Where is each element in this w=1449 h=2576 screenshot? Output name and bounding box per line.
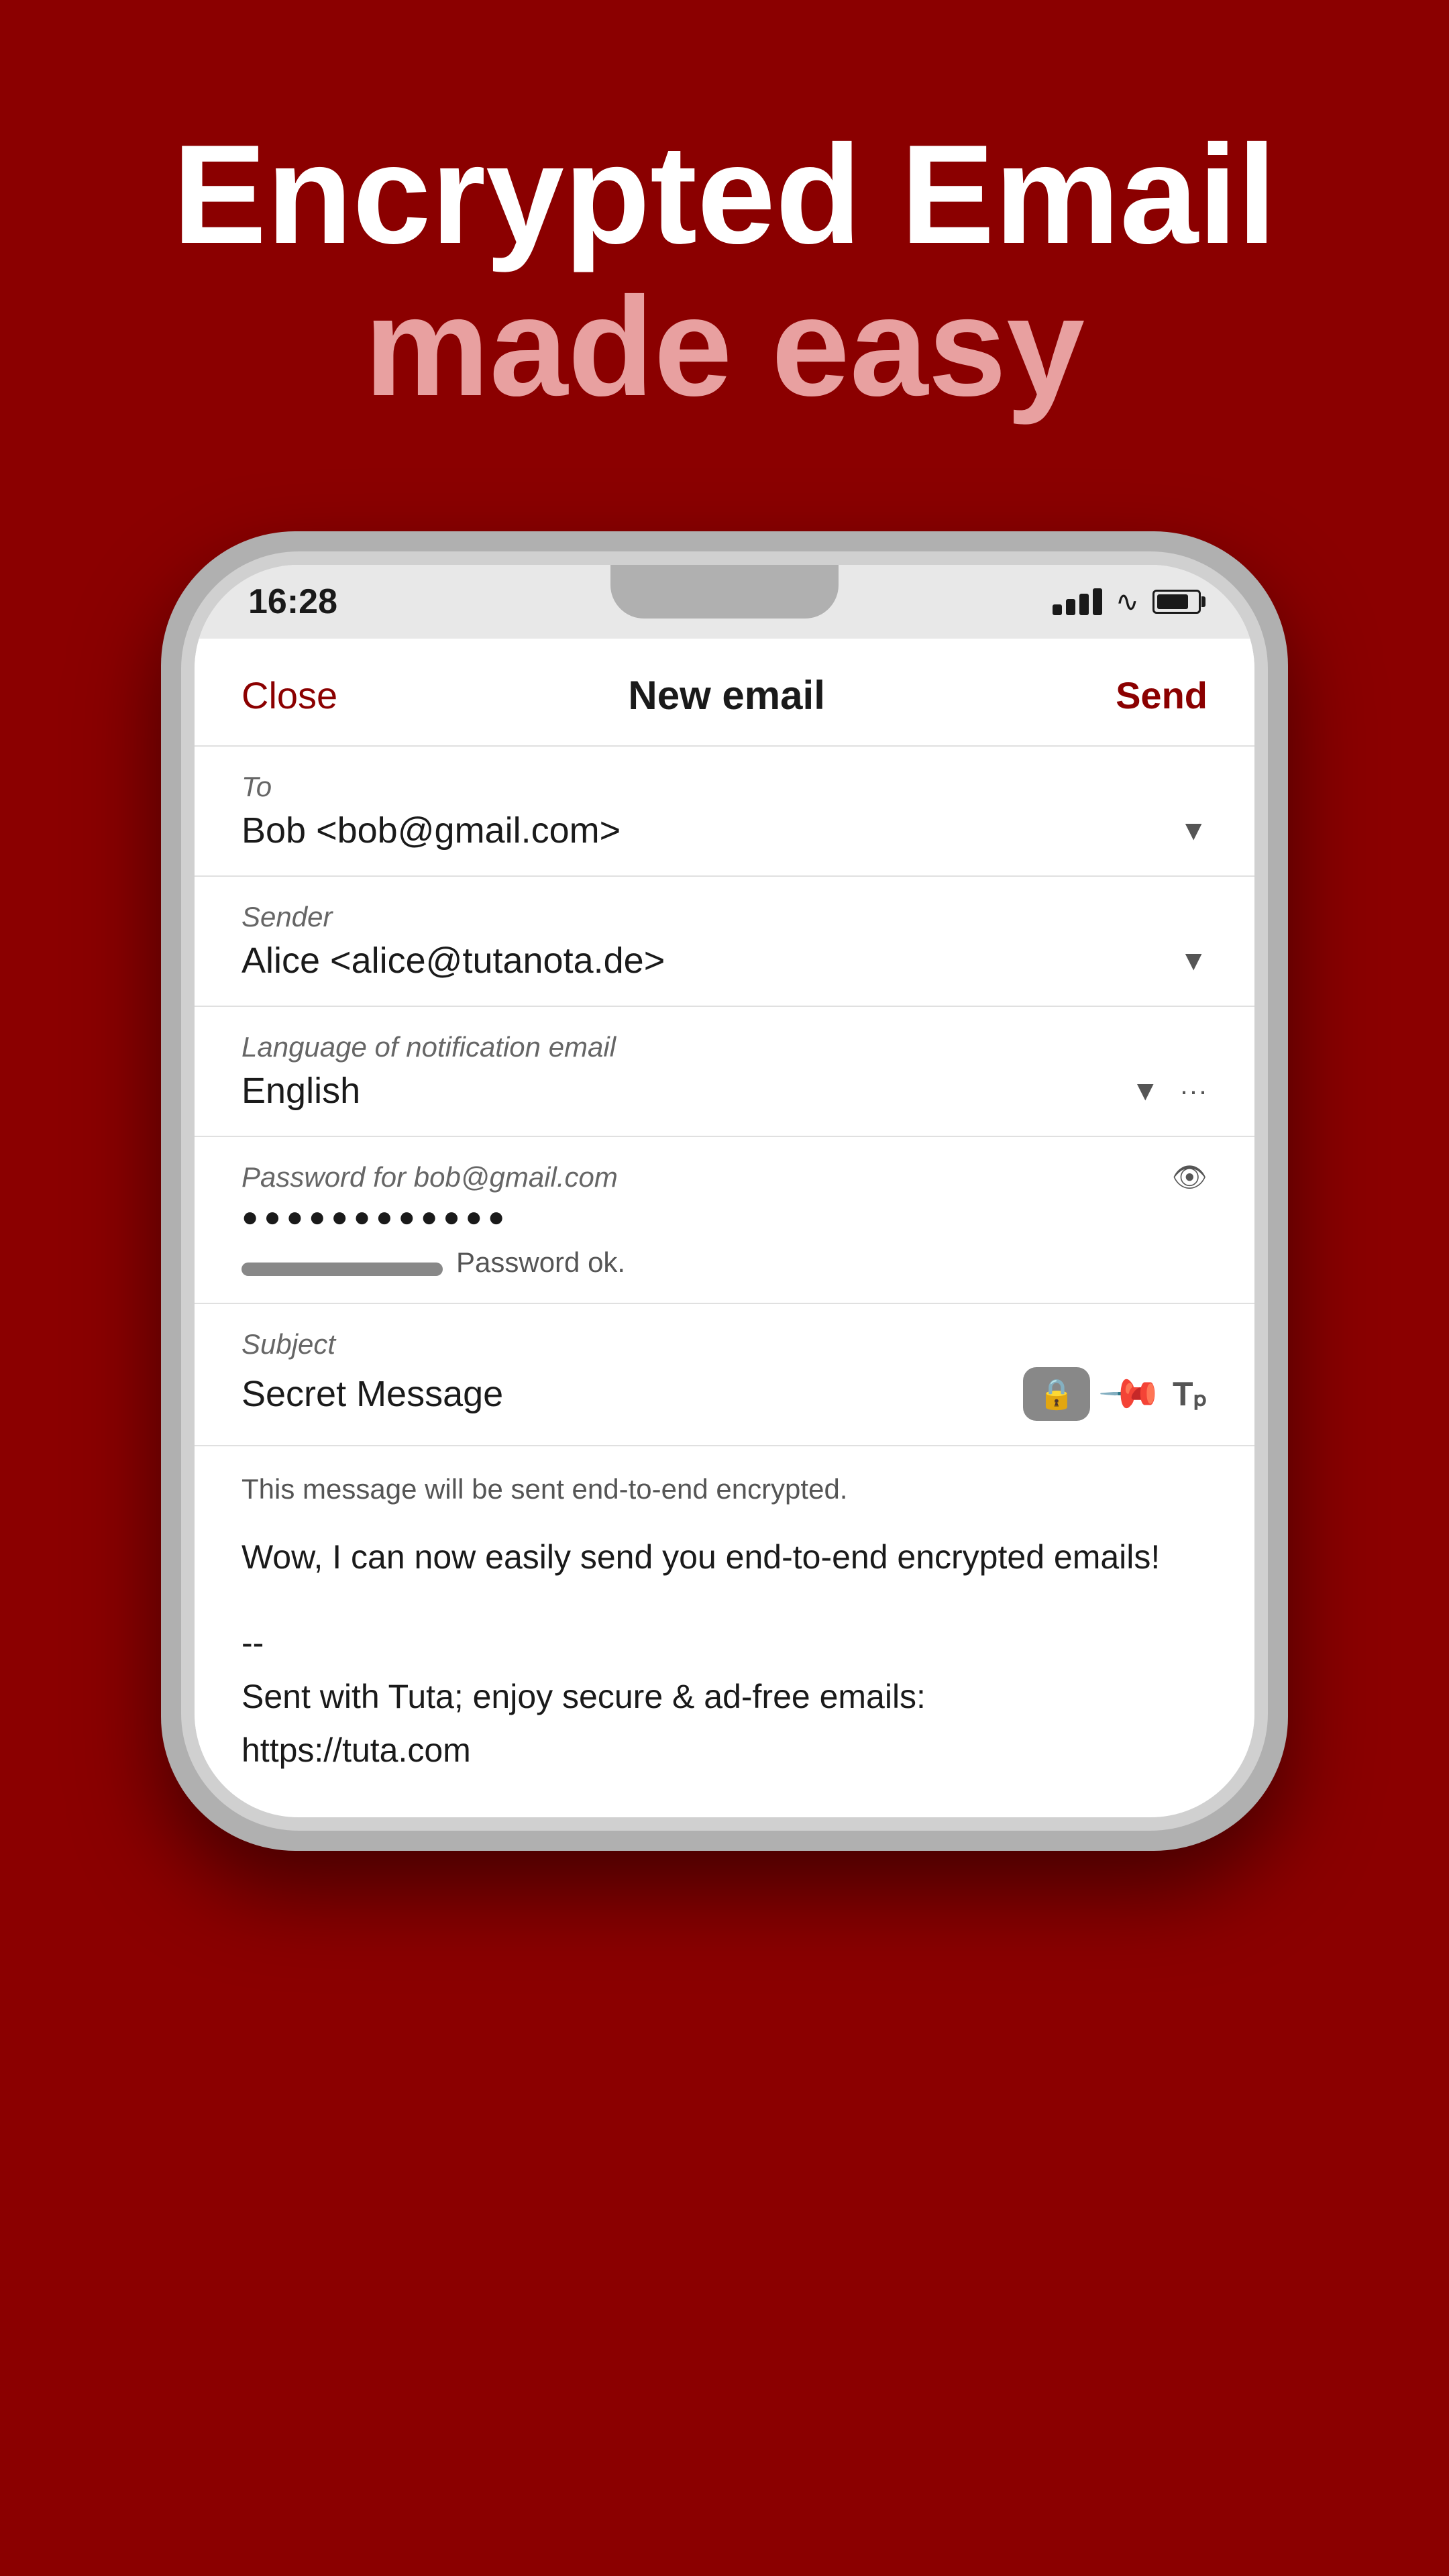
phone-screen: 16:28 ∿ bbox=[195, 565, 1254, 1817]
phone-inner: 16:28 ∿ bbox=[181, 551, 1268, 1831]
wifi-icon: ∿ bbox=[1116, 585, 1139, 618]
password-ok-text: Password ok. bbox=[456, 1246, 625, 1279]
battery-icon bbox=[1152, 590, 1201, 614]
lang-dropdown-icon[interactable]: ▼ bbox=[1131, 1075, 1159, 1107]
attachment-icon[interactable]: 📌 bbox=[1097, 1359, 1166, 1428]
message-signature: -- Sent with Tuta; enjoy secure & ad-fre… bbox=[241, 1616, 1208, 1777]
to-value[interactable]: Bob <bob@gmail.com> bbox=[241, 810, 621, 851]
compose-header: Close New email Send bbox=[195, 639, 1254, 747]
lang-label: Language of notification email bbox=[241, 1031, 1208, 1063]
subject-value[interactable]: Secret Message bbox=[241, 1373, 503, 1415]
email-compose: Close New email Send To Bob <bob@gmail.c… bbox=[195, 639, 1254, 1817]
signature-line3: https://tuta.com bbox=[241, 1723, 1208, 1777]
message-text[interactable]: Wow, I can now easily send you end-to-en… bbox=[241, 1532, 1208, 1582]
subject-field-group: Subject Secret Message 🔒 📌 Tₚ bbox=[195, 1304, 1254, 1446]
lang-icons: ▼ ··· bbox=[1131, 1075, 1208, 1107]
hero-section: Encrypted Email made easy bbox=[0, 0, 1449, 491]
text-size-icon[interactable]: Tₚ bbox=[1173, 1375, 1208, 1413]
to-field-row: Bob <bob@gmail.com> ▼ bbox=[241, 810, 1208, 851]
to-label: To bbox=[241, 771, 1208, 803]
message-body: This message will be sent end-to-end enc… bbox=[195, 1446, 1254, 1817]
password-dots[interactable]: ●●●●●●●●●●●● bbox=[241, 1201, 510, 1233]
sender-dropdown-icon[interactable]: ▼ bbox=[1179, 945, 1208, 977]
compose-title: New email bbox=[628, 672, 824, 718]
signal-bar-1 bbox=[1053, 604, 1062, 615]
lock-button[interactable]: 🔒 bbox=[1023, 1367, 1090, 1421]
lang-more-icon[interactable]: ··· bbox=[1179, 1075, 1208, 1107]
lang-field-row: English ▼ ··· bbox=[241, 1070, 1208, 1112]
battery-fill bbox=[1157, 594, 1188, 609]
to-dropdown-icon[interactable]: ▼ bbox=[1179, 814, 1208, 847]
password-strength-bar bbox=[241, 1263, 443, 1276]
notch bbox=[610, 565, 839, 619]
status-icons: ∿ bbox=[1053, 585, 1201, 618]
sender-label: Sender bbox=[241, 901, 1208, 933]
sender-value[interactable]: Alice <alice@tutanota.de> bbox=[241, 940, 665, 981]
phone-outer: 16:28 ∿ bbox=[161, 531, 1288, 1851]
signal-bar-3 bbox=[1079, 594, 1089, 615]
subject-label: Subject bbox=[241, 1328, 1208, 1360]
password-value-row: ●●●●●●●●●●●● bbox=[241, 1201, 1208, 1233]
password-show-icon[interactable]: 👁 bbox=[1172, 1161, 1208, 1194]
lang-field-group: Language of notification email English ▼… bbox=[195, 1007, 1254, 1137]
hero-title-sub: made easy bbox=[54, 269, 1395, 424]
sender-field-row: Alice <alice@tutanota.de> ▼ bbox=[241, 940, 1208, 981]
sender-field-group: Sender Alice <alice@tutanota.de> ▼ bbox=[195, 877, 1254, 1007]
status-time: 16:28 bbox=[248, 582, 337, 622]
subject-icons: 🔒 📌 Tₚ bbox=[1023, 1367, 1208, 1421]
lang-value[interactable]: English bbox=[241, 1070, 360, 1112]
password-label: Password for bob@gmail.com bbox=[241, 1161, 618, 1193]
close-button[interactable]: Close bbox=[241, 674, 337, 717]
hero-title-main: Encrypted Email bbox=[54, 121, 1395, 269]
password-strength-row: Password ok. bbox=[241, 1246, 1208, 1279]
to-field-group: To Bob <bob@gmail.com> ▼ bbox=[195, 747, 1254, 877]
subject-row: Secret Message 🔒 📌 Tₚ bbox=[241, 1367, 1208, 1421]
signal-bar-2 bbox=[1066, 599, 1075, 615]
signal-bar-4 bbox=[1093, 588, 1102, 615]
encrypted-notice: This message will be sent end-to-end enc… bbox=[241, 1473, 1208, 1505]
lock-icon: 🔒 bbox=[1038, 1377, 1075, 1411]
send-button[interactable]: Send bbox=[1116, 674, 1208, 717]
signature-line1: -- bbox=[241, 1616, 1208, 1670]
password-field-group: Password for bob@gmail.com 👁 ●●●●●●●●●●●… bbox=[195, 1137, 1254, 1304]
phone-mockup: 16:28 ∿ bbox=[161, 531, 1288, 1851]
signal-bars-icon bbox=[1053, 588, 1102, 615]
signature-line2: Sent with Tuta; enjoy secure & ad-free e… bbox=[241, 1670, 1208, 1723]
status-bar: 16:28 ∿ bbox=[195, 565, 1254, 639]
password-label-row: Password for bob@gmail.com 👁 bbox=[241, 1161, 1208, 1194]
